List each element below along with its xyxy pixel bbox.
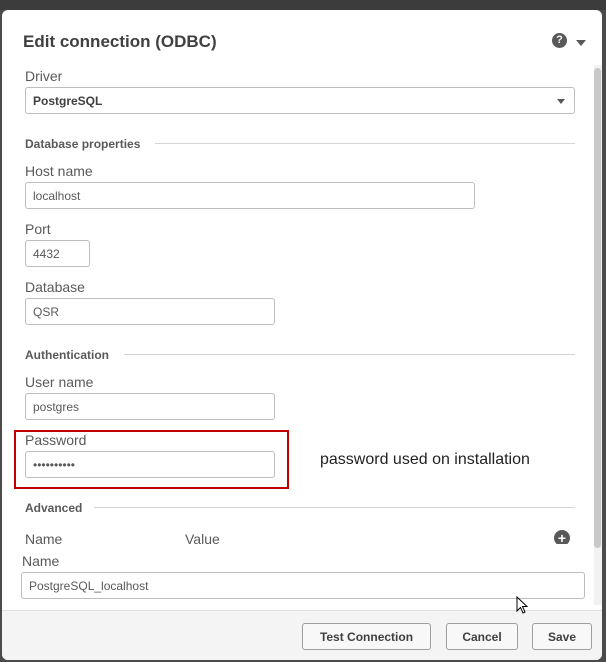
user-name-label: User name (25, 374, 94, 390)
section-divider (94, 507, 575, 508)
name-field-area: Name PostgreSQL_localhost (12, 544, 592, 608)
database-properties-heading: Database properties (25, 137, 141, 151)
dialog-title: Edit connection (ODBC) (23, 32, 217, 51)
cancel-button[interactable]: Cancel (446, 623, 518, 650)
section-divider (124, 354, 575, 355)
test-connection-button[interactable]: Test Connection (302, 623, 431, 650)
dropdown-caret-icon (557, 99, 565, 104)
user-name-input[interactable]: postgres (25, 393, 275, 420)
database-value: QSR (33, 304, 60, 319)
chevron-down-icon[interactable] (576, 40, 586, 46)
edit-connection-dialog: Edit connection (ODBC) ? Driver PostgreS… (2, 10, 602, 660)
password-annotation: password used on installation (320, 451, 530, 468)
host-name-input[interactable]: localhost (25, 182, 475, 209)
section-divider (155, 143, 575, 144)
dialog-footer: Test Connection Cancel Save (2, 610, 602, 660)
name-value: PostgreSQL_localhost (29, 578, 149, 593)
driver-dropdown[interactable]: PostgreSQL (25, 87, 575, 114)
name-label: Name (22, 553, 60, 569)
save-button[interactable]: Save (532, 623, 592, 650)
advanced-heading: Advanced (25, 501, 83, 515)
name-input[interactable]: PostgreSQL_localhost (21, 572, 585, 599)
host-name-label: Host name (25, 163, 93, 179)
driver-label: Driver (25, 68, 63, 84)
user-name-value: postgres (33, 399, 80, 414)
help-icon[interactable]: ? (552, 33, 567, 48)
password-highlight-box (14, 430, 289, 489)
driver-value: PostgreSQL (33, 93, 103, 108)
port-label: Port (25, 221, 51, 237)
database-input[interactable]: QSR (25, 298, 275, 325)
port-value: 4432 (33, 246, 60, 261)
host-name-value: localhost (33, 188, 81, 203)
mouse-cursor-icon (516, 596, 529, 614)
backdrop (0, 0, 606, 10)
authentication-heading: Authentication (25, 348, 109, 362)
database-label: Database (25, 279, 85, 295)
scrollbar-thumb[interactable] (594, 68, 601, 548)
port-input[interactable]: 4432 (25, 240, 90, 267)
